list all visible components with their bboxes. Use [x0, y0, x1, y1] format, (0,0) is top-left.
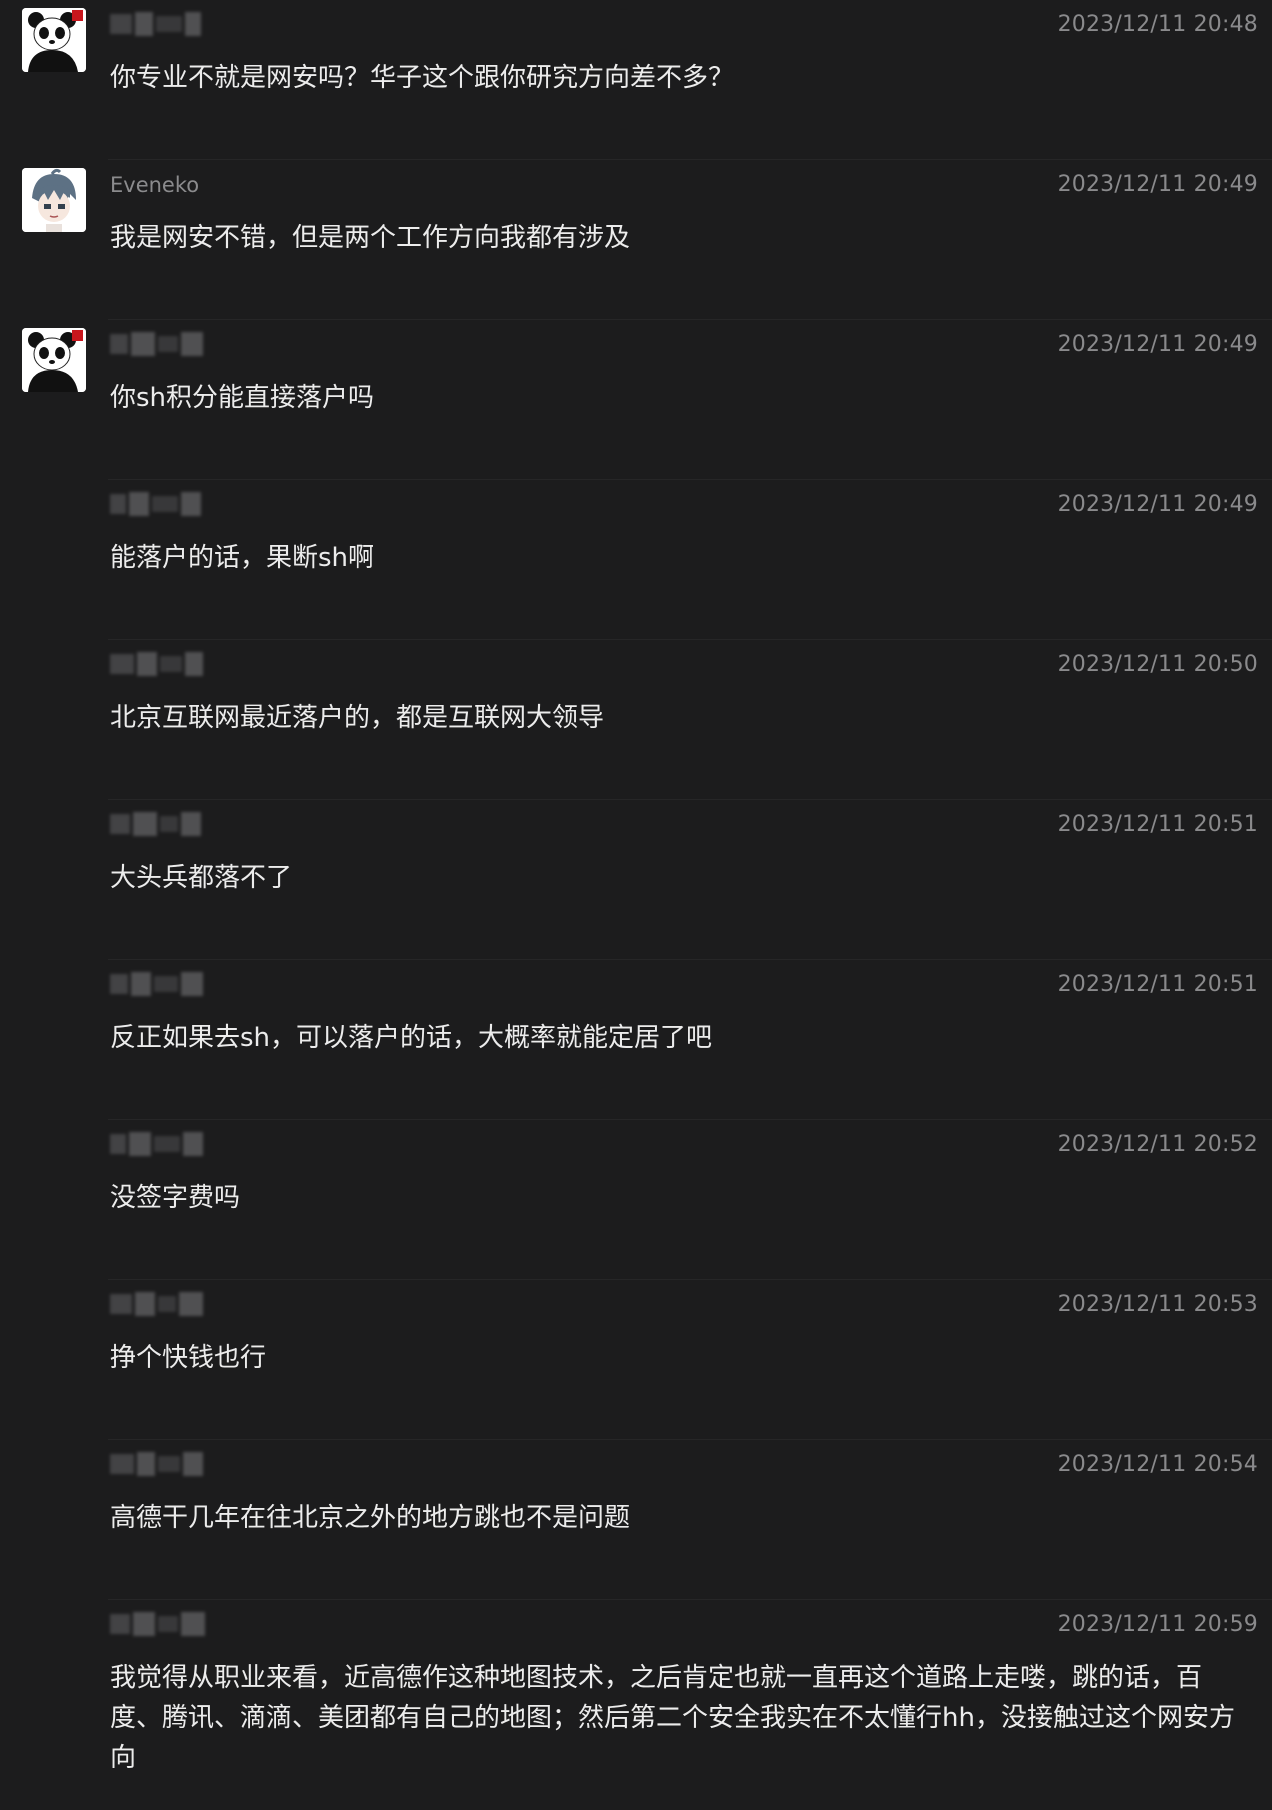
message-timestamp: 2023/12/11 20:49 — [1057, 172, 1258, 197]
message-text: 北京互联网最近落户的，都是互联网大领导 — [110, 703, 605, 733]
message-timestamp: 2023/12/11 20:51 — [1057, 812, 1258, 837]
message-timestamp: 2023/12/11 20:52 — [1057, 1132, 1258, 1157]
message-item: 2023/12/11 20:49 能落户的话，果断sh啊 — [0, 480, 1272, 640]
sender-name-redacted — [110, 650, 210, 678]
message-text: 反正如果去sh，可以落户的话，大概率就能定居了吧 — [110, 1023, 713, 1053]
message-text: 高德干几年在往北京之外的地方跳也不是问题 — [110, 1503, 631, 1533]
sender-name-redacted — [110, 1130, 210, 1158]
message-text: 你专业不就是网安吗？华子这个跟你研究方向差不多？ — [110, 63, 735, 93]
message-item: 2023/12/11 20:54 高德干几年在往北京之外的地方跳也不是问题 — [0, 1440, 1272, 1600]
message-timestamp: 2023/12/11 20:49 — [1057, 492, 1258, 517]
panda-avatar[interactable] — [22, 8, 86, 72]
sender-name-redacted — [110, 810, 210, 838]
message-text: 我觉得从职业来看，近高德作这种地图技术，之后肯定也就一直再这个道路上走喽，跳的话… — [110, 1663, 1235, 1773]
message-text: 我是网安不错，但是两个工作方向我都有涉及 — [110, 223, 631, 253]
anime-boy-avatar[interactable] — [22, 168, 86, 232]
message-text: 没签字费吗 — [110, 1183, 241, 1213]
message-timestamp: 2023/12/11 20:59 — [1057, 1612, 1258, 1637]
message-item: 2023/12/11 20:49 你sh积分能直接落户吗 — [0, 320, 1272, 480]
sender-name-redacted — [110, 1610, 210, 1638]
message-timestamp: 2023/12/11 20:53 — [1057, 1292, 1258, 1317]
chat-history: 2023/12/11 20:48 你专业不就是网安吗？华子这个跟你研究方向差不多… — [0, 0, 1272, 1790]
message-item: 2023/12/11 20:53 挣个快钱也行 — [0, 1280, 1272, 1440]
message-timestamp: 2023/12/11 20:49 — [1057, 332, 1258, 357]
sender-name-redacted — [110, 10, 210, 38]
panda-avatar[interactable] — [22, 328, 86, 392]
message-text: 挣个快钱也行 — [110, 1343, 267, 1373]
message-item: 2023/12/11 20:59 我觉得从职业来看，近高德作这种地图技术，之后肯… — [0, 1600, 1272, 1810]
message-timestamp: 2023/12/11 20:54 — [1057, 1452, 1258, 1477]
sender-name-redacted — [110, 1450, 210, 1478]
message-timestamp: 2023/12/11 20:48 — [1057, 12, 1258, 37]
sender-name-redacted — [110, 970, 210, 998]
message-item: 2023/12/11 20:52 没签字费吗 — [0, 1120, 1272, 1280]
sender-name[interactable]: Eveneko — [110, 173, 199, 197]
sender-name-redacted — [110, 1290, 210, 1318]
message-item: 2023/12/11 20:51 反正如果去sh，可以落户的话，大概率就能定居了… — [0, 960, 1272, 1120]
message-text: 大头兵都落不了 — [110, 863, 293, 893]
message-timestamp: 2023/12/11 20:50 — [1057, 652, 1258, 677]
message-text: 你sh积分能直接落户吗 — [110, 383, 375, 413]
message-item: Eveneko 2023/12/11 20:49 我是网安不错，但是两个工作方向… — [0, 160, 1272, 320]
message-timestamp: 2023/12/11 20:51 — [1057, 972, 1258, 997]
sender-name-redacted — [110, 490, 210, 518]
message-item: 2023/12/11 20:48 你专业不就是网安吗？华子这个跟你研究方向差不多… — [0, 0, 1272, 160]
message-item: 2023/12/11 20:50 北京互联网最近落户的，都是互联网大领导 — [0, 640, 1272, 800]
sender-name-redacted — [110, 330, 210, 358]
message-item: 2023/12/11 20:51 大头兵都落不了 — [0, 800, 1272, 960]
message-text: 能落户的话，果断sh啊 — [110, 543, 375, 573]
